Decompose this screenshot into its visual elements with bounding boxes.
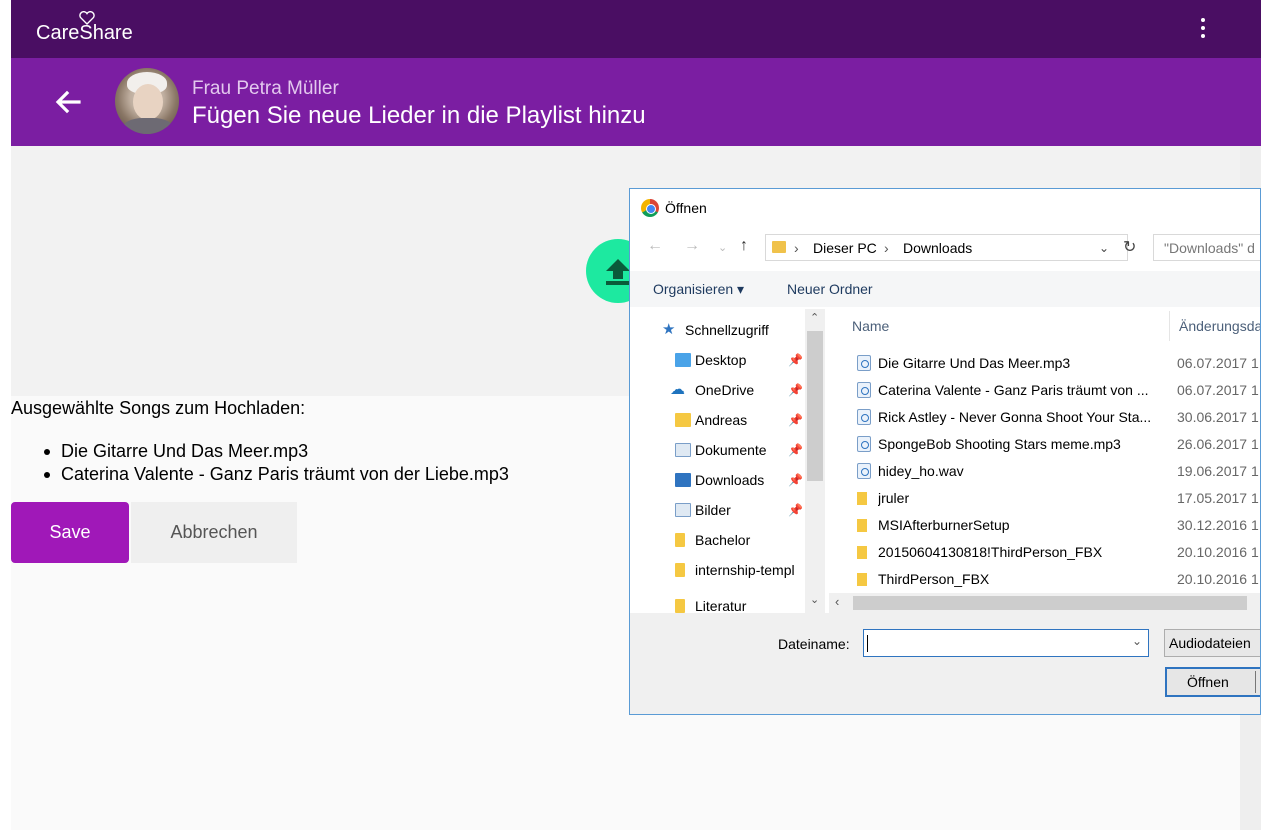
open-button[interactable]: Öffnen [1165,667,1260,697]
page-header: Frau Petra Müller Fügen Sie neue Lieder … [11,58,1261,146]
address-bar[interactable]: › Dieser PC › Downloads ⌄ [765,234,1128,261]
folder-icon [675,599,685,613]
downloads-folder-icon [675,473,691,487]
list-item: Die Gitarre Und Das Meer.mp3 [41,440,509,463]
filename-label: Dateiname: [778,636,850,652]
dialog-footer: Dateiname: ⌄ Audiodateien Öffnen [630,613,1260,714]
sidebar-item-documents[interactable]: Dokumente 📌 [675,435,805,465]
folder-icon [675,563,685,577]
table-row[interactable]: 20150604130818!ThirdPerson_FBX 20.10.201… [829,539,1260,566]
chevron-right-icon: › [794,240,799,256]
user-folder-icon [675,413,691,427]
avatar [115,68,179,134]
audio-file-icon [857,355,871,371]
split-divider [1255,671,1256,693]
navigation-scrollbar[interactable]: ⌃ ⌄ [805,309,825,613]
audio-file-icon [857,436,871,452]
person-name: Frau Petra Müller [192,78,339,99]
chevron-right-icon: › [884,240,889,256]
file-list: Name Änderungsda Die Gitarre Und Das Mee… [829,309,1260,613]
audio-file-icon [857,463,871,479]
folder-icon [857,573,867,586]
forward-icon[interactable]: → [684,237,700,255]
scrollbar-thumb[interactable] [807,331,823,481]
documents-folder-icon [675,443,691,457]
chevron-down-icon[interactable]: ⌄ [1099,241,1109,255]
audio-file-icon [857,382,871,398]
sidebar-item-downloads[interactable]: Downloads 📌 [675,465,805,495]
table-row[interactable]: SpongeBob Shooting Stars meme.mp3 26.06.… [829,431,1260,458]
back-icon[interactable]: ← [647,237,663,255]
navigation-pane: ★ Schnellzugriff Desktop 📌 ☁ OneDrive 📌 … [632,309,827,613]
chrome-icon [641,199,659,217]
search-input[interactable]: "Downloads" d [1153,234,1260,261]
filename-input[interactable]: ⌄ [863,629,1149,657]
save-button[interactable]: Save [11,502,129,563]
horizontal-scrollbar[interactable]: ‹ [829,593,1260,613]
top-app-bar: CareShare [11,0,1261,58]
column-header-modified[interactable]: Änderungsda [1179,318,1260,334]
table-row[interactable]: Caterina Valente - Ganz Paris träumt von… [829,377,1260,404]
text-caret [867,635,868,652]
breadcrumb[interactable]: Dieser PC [813,240,877,256]
star-icon: ★ [662,321,676,338]
chevron-down-icon[interactable]: ⌄ [1132,634,1142,648]
table-row[interactable]: jruler 17.05.2017 1 [829,485,1260,512]
folder-icon [857,492,867,505]
file-open-dialog: Öffnen ← → ⌄ ↑ › Dieser PC › Downloads ⌄… [629,188,1261,715]
organize-menu[interactable]: Organisieren ▾ [653,281,744,298]
filetype-select[interactable]: Audiodateien [1164,629,1260,657]
dialog-title: Öffnen [665,200,707,216]
scroll-up-icon[interactable]: ⌃ [810,311,819,324]
folder-icon [857,546,867,559]
table-row[interactable]: ThirdPerson_FBX 20.10.2016 1 [829,566,1260,593]
dialog-toolbar: Organisieren ▾ Neuer Ordner [630,271,1260,307]
cancel-button[interactable]: Abbrechen [131,502,297,563]
pin-icon: 📌 [788,353,803,367]
new-folder-button[interactable]: Neuer Ordner [787,281,873,297]
list-item: Caterina Valente - Ganz Paris träumt von… [41,463,509,486]
audio-file-icon [857,409,871,425]
search-placeholder: "Downloads" d [1164,240,1255,256]
pin-icon: 📌 [788,443,803,457]
more-options-icon[interactable] [1193,16,1213,40]
desktop-folder-icon [675,353,691,367]
sidebar-item-bachelor[interactable]: Bachelor [675,525,805,555]
downloads-folder-icon [772,241,786,253]
scroll-down-icon[interactable]: ⌄ [810,593,819,606]
sidebar-item-onedrive[interactable]: ☁ OneDrive 📌 [670,375,805,405]
breadcrumb[interactable]: Downloads [903,240,972,256]
pin-icon: 📌 [788,503,803,517]
pin-icon: 📌 [788,473,803,487]
column-header-name[interactable]: Name [852,318,889,334]
selected-songs-heading: Ausgewählte Songs zum Hochladen: [11,398,306,418]
sidebar-item-literatur[interactable]: Literatur [675,591,805,613]
sidebar-item-andreas[interactable]: Andreas 📌 [675,405,805,435]
pin-icon: 📌 [788,383,803,397]
app-logo: CareShare [36,22,133,44]
sidebar-item-desktop[interactable]: Desktop 📌 [675,345,805,375]
pictures-folder-icon [675,503,691,517]
cloud-icon: ☁ [670,381,685,398]
table-row[interactable]: MSIAfterburnerSetup 30.12.2016 1 [829,512,1260,539]
sidebar-item-pictures[interactable]: Bilder 📌 [675,495,805,525]
scroll-left-icon[interactable]: ‹ [835,594,839,609]
refresh-icon[interactable]: ↻ [1123,237,1136,257]
pin-icon: 📌 [788,413,803,427]
recent-dropdown-icon[interactable]: ⌄ [718,241,727,254]
scrollbar-thumb[interactable] [853,596,1247,610]
up-icon[interactable]: ↑ [740,237,748,255]
page-title: Fügen Sie neue Lieder in die Playlist hi… [192,102,646,129]
back-arrow-icon[interactable] [51,86,85,118]
selected-songs-list: Die Gitarre Und Das Meer.mp3 Caterina Va… [41,440,509,486]
table-row[interactable]: Rick Astley - Never Gonna Shoot Your Sta… [829,404,1260,431]
sidebar-item-internship[interactable]: internship-templ [675,555,805,585]
column-divider[interactable] [1169,311,1170,341]
dialog-titlebar: Öffnen [630,189,1260,227]
folder-icon [857,519,867,532]
table-row[interactable]: Die Gitarre Und Das Meer.mp3 06.07.2017 … [829,350,1260,377]
folder-icon [675,533,685,547]
table-row[interactable]: hidey_ho.wav 19.06.2017 1 [829,458,1260,485]
